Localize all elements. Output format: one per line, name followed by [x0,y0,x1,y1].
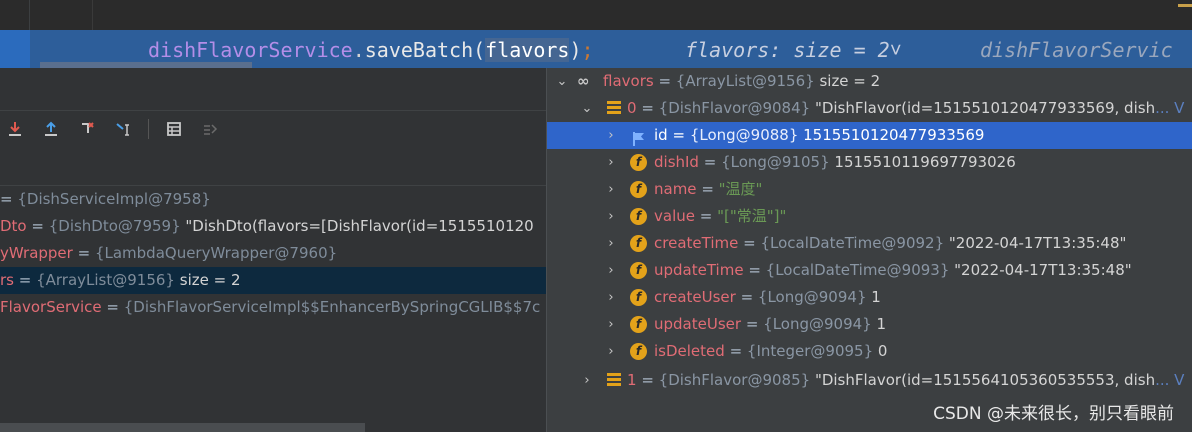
tree-node-text: id = {Long@9088} 1515510120477933569 [654,126,985,144]
tree-node-text: 0 = {DishFlavor@9084} "DishFlavor(id=151… [627,99,1185,117]
step-out-icon[interactable] [40,118,62,140]
variable-name: FlavorService [0,298,102,316]
variable-row[interactable]: yWrapper = {LambdaQueryWrapper@7960} [0,240,546,267]
tree-node-text: dishId = {Long@9105} 1515510119697793026 [654,153,1016,171]
variable-value: size = 2 [174,271,241,289]
indent-guide [92,0,93,30]
tree-node-flavors[interactable]: ⌄ ∞ flavors = {ArrayList@9156} size = 2 [547,68,1192,95]
variable-type: {DishDto@7959} [48,217,181,235]
field-icon: f [630,289,647,306]
chevron-down-icon[interactable]: ⌄ [555,68,569,95]
tree-node-item-1[interactable]: › 1 = {DishFlavor@9085} "DishFlavor(id=1… [547,367,1192,394]
code-open-paren: ( [473,38,486,62]
flag-icon [632,128,646,146]
code-close-paren: ) [569,38,582,62]
variable-equals: = [72,244,95,262]
watch-infinity-icon: ∞ [577,72,590,90]
editor-gutter [29,0,30,30]
variable-row[interactable]: Dto = {DishDto@7959} "DishDto(flavors=[D… [0,213,546,240]
tree-node-field-name[interactable]: › f name = "温度" [547,176,1192,203]
tree-node-text: isDeleted = {Integer@9095} 0 [654,342,888,360]
tree-node-text: updateUser = {Long@9094} 1 [654,315,887,333]
chevron-down-icon[interactable]: ⌄ [580,95,594,122]
variable-type: {DishFlavorServiceImpl$$EnhancerBySpring… [123,298,541,316]
chevron-right-icon[interactable]: › [604,149,618,176]
trace-icon[interactable] [199,118,221,140]
tree-node-field-id[interactable]: › id = {Long@9088} 1515510120477933569 [547,122,1192,149]
chevron-right-icon[interactable]: › [604,338,618,365]
variable-equals: = [101,298,124,316]
field-icon: f [630,154,647,171]
debug-toolbar [4,116,221,142]
variable-name: Dto [0,217,27,235]
tree-node-text: updateTime = {LocalDateTime@9093} "2022-… [654,261,1132,279]
chevron-right-icon[interactable]: › [604,122,618,149]
variable-equals: = [0,190,18,208]
field-icon: f [630,181,647,198]
tree-node-text: value = "["常温"]" [654,207,787,225]
tree-node-text: 1 = {DishFlavor@9085} "DishFlavor(id=151… [627,371,1185,389]
code-semicolon: ; [581,38,594,62]
code-dot: . [352,38,365,62]
variable-equals: = [13,271,37,289]
tree-node-field-value[interactable]: › f value = "["常温"]" [547,203,1192,230]
divider [0,110,546,111]
tree-node-field-updateTime[interactable]: › f updateTime = {LocalDateTime@9093} "2… [547,257,1192,284]
tree-node-text: flavors = {ArrayList@9156} size = 2 [603,72,881,90]
variable-type: {ArrayList@9156} [36,271,175,289]
chevron-right-icon[interactable]: › [604,257,618,284]
step-into-icon[interactable] [4,118,26,140]
tree-node-field-updateUser[interactable]: › f updateUser = {Long@9094} 1 [547,311,1192,338]
drop-frame-icon[interactable] [76,118,98,140]
horizontal-scrollbar[interactable] [0,423,365,432]
variable-row[interactable]: FlavorService = {DishFlavorServiceImpl$$… [0,294,546,321]
variable-row-selected[interactable]: rs = {ArrayList@9156} size = 2 [0,267,546,294]
variable-type: {LambdaQueryWrapper@7960} [94,244,338,262]
variable-value: "DishDto(flavors=[DishFlavor(id=15155101… [180,217,534,235]
variable-equals: = [26,217,49,235]
variable-name: yWrapper [0,244,73,262]
chevron-right-icon[interactable]: › [604,284,618,311]
debug-panel-header [0,68,546,110]
run-to-cursor-icon[interactable] [112,118,134,140]
field-icon: f [630,316,647,333]
code-line[interactable]: dishFlavorService.saveBatch(flavors); [148,35,594,65]
toolbar-divider [148,119,149,139]
chevron-right-icon[interactable]: › [604,176,618,203]
field-icon: f [630,235,647,252]
variable-type: {DishServiceImpl@7958} [17,190,211,208]
inline-debug-value-tail[interactable]: dishFlavorServic [980,35,1173,65]
list-element-icon [607,101,621,115]
value-tree-popup: ⌄ ∞ flavors = {ArrayList@9156} size = 2 … [546,68,1192,432]
variable-row[interactable]: = {DishServiceImpl@7958} [0,186,546,213]
tree-node-text: createUser = {Long@9094} 1 [654,288,881,306]
tree-node-text: name = "温度" [654,180,763,198]
error-stripe-marker[interactable] [1178,4,1192,7]
chevron-right-icon[interactable]: › [580,367,594,394]
variables-panel: = {DishServiceImpl@7958} Dto = {DishDto@… [0,68,546,432]
field-icon: f [630,343,647,360]
code-argument[interactable]: flavors [485,38,570,62]
tree-node-field-isDeleted[interactable]: › f isDeleted = {Integer@9095} 0 [547,338,1192,365]
tree-node-item-0[interactable]: ⌄ 0 = {DishFlavor@9084} "DishFlavor(id=1… [547,95,1192,122]
chevron-right-icon[interactable]: › [604,203,618,230]
inline-debug-value[interactable]: flavors: size = 2˅ [685,35,902,65]
list-element-icon [607,373,621,387]
tree-node-field-createUser[interactable]: › f createUser = {Long@9094} 1 [547,284,1192,311]
variable-name: rs [0,271,14,289]
tree-node-field-createTime[interactable]: › f createTime = {LocalDateTime@9092} "2… [547,230,1192,257]
field-icon: f [630,262,647,279]
tree-node-text: createTime = {LocalDateTime@9092} "2022-… [654,234,1127,252]
chevron-right-icon[interactable]: › [604,230,618,257]
field-icon: f [630,208,647,225]
watermark: CSDN @未来很长，别只看眼前 [933,404,1174,424]
code-method[interactable]: saveBatch [365,38,473,62]
tree-node-field-dishId[interactable]: › f dishId = {Long@9105} 151551011969779… [547,149,1192,176]
chevron-right-icon[interactable]: › [604,311,618,338]
execution-point-gutter [0,30,30,68]
evaluate-expression-icon[interactable] [163,118,185,140]
code-receiver[interactable]: dishFlavorService [148,38,353,62]
editor-area [0,0,1192,30]
